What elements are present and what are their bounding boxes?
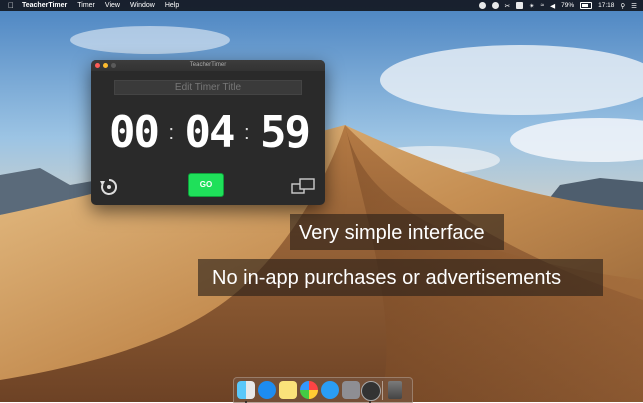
system-preferences-icon[interactable]: [342, 381, 360, 399]
window-titlebar[interactable]: TeacherTimer: [91, 60, 325, 71]
trash-icon[interactable]: [388, 381, 402, 399]
battery-icon[interactable]: [580, 2, 593, 9]
caption-no-purchases: No in-app purchases or advertisements: [198, 259, 603, 296]
caption-simple-interface: Very simple interface: [290, 214, 504, 250]
apple-menu-icon[interactable]: : [8, 1, 14, 10]
photos-icon[interactable]: [300, 381, 318, 399]
timer-title-input[interactable]: Edit Timer Title: [114, 80, 302, 95]
teachertimer-icon[interactable]: [361, 381, 381, 401]
app-store-icon[interactable]: [258, 381, 276, 399]
menu-bar:  TeacherTimer Timer View Window Help ✂ …: [0, 0, 643, 11]
timer-display[interactable]: 00 : 04 : 59: [109, 109, 311, 157]
safari-icon[interactable]: [321, 381, 339, 399]
finder-icon[interactable]: [237, 381, 255, 399]
status-area: ✂ ✴ ≈ ◀ 79% 17:18 ⚲ ☰: [478, 0, 637, 11]
menu-timer[interactable]: Timer: [77, 2, 95, 9]
dock: [233, 377, 413, 403]
dock-separator: [382, 381, 383, 400]
wifi-icon[interactable]: ≈: [541, 2, 545, 9]
menu-window[interactable]: Window: [130, 2, 155, 9]
menu-help[interactable]: Help: [165, 2, 179, 9]
search-icon[interactable]: ⚲: [620, 2, 625, 10]
list-icon[interactable]: ☰: [631, 2, 637, 10]
notes-icon[interactable]: [279, 381, 297, 399]
colon-separator: :: [168, 122, 175, 144]
menu-app-name[interactable]: TeacherTimer: [22, 2, 67, 9]
reset-icon[interactable]: [99, 177, 119, 197]
go-button[interactable]: GO: [188, 173, 224, 197]
minutes-digits[interactable]: 04: [184, 109, 235, 157]
window-title: TeacherTimer: [189, 62, 227, 68]
fullscreen-icon[interactable]: [291, 178, 315, 194]
scissors-icon[interactable]: ✂: [505, 2, 510, 10]
stop-icon[interactable]: [491, 2, 499, 9]
colon-separator: :: [243, 122, 250, 144]
menubar-clock[interactable]: 17:18: [598, 2, 614, 9]
menu-view[interactable]: View: [105, 2, 120, 9]
volume-icon[interactable]: ◀: [550, 2, 555, 10]
bluetooth-icon[interactable]: ✴: [529, 2, 534, 10]
hours-digits[interactable]: 00: [109, 109, 160, 157]
sync-icon[interactable]: [478, 2, 486, 9]
seconds-digits[interactable]: 59: [260, 109, 311, 157]
key-icon[interactable]: [516, 2, 524, 9]
battery-percent[interactable]: 79%: [561, 2, 574, 9]
timer-window: TeacherTimer Edit Timer Title 00 : 04 : …: [91, 60, 325, 205]
